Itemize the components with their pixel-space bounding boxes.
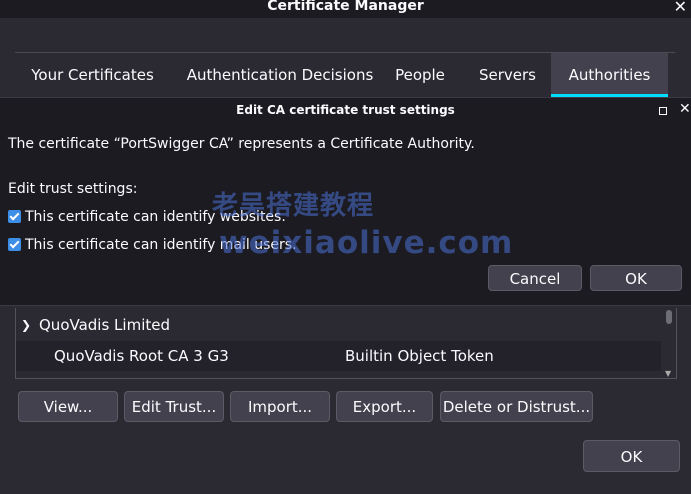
export-button[interactable]: Export... <box>336 391 433 422</box>
checkbox-checked-icon[interactable] <box>8 210 21 223</box>
security-device-cell: Builtin Object Token <box>345 347 494 365</box>
tab-bar: Your Certificates Authentication Decisio… <box>15 52 675 98</box>
tree-scrollbar[interactable]: ▼ <box>662 308 676 378</box>
edit-trust-button[interactable]: Edit Trust... <box>124 391 224 422</box>
watermark-text: 老吴搭建教程 <box>212 191 375 221</box>
certificate-name-cell: QuoVadis Root CA 3 G3 <box>54 347 229 365</box>
tab-people[interactable]: People <box>387 53 453 97</box>
view-button[interactable]: View... <box>18 391 118 422</box>
table-row[interactable]: QuoVadis Root CA 3 G3 Builtin Object Tok… <box>16 341 661 371</box>
import-button[interactable]: Import... <box>230 391 330 422</box>
window-close-icon[interactable]: ✕ <box>674 0 687 16</box>
cancel-button[interactable]: Cancel <box>488 265 582 291</box>
tab-authentication-decisions[interactable]: Authentication Decisions <box>175 53 385 97</box>
checkbox-checked-icon[interactable] <box>8 238 21 251</box>
delete-or-distrust-button[interactable]: Delete or Distrust... <box>440 391 593 422</box>
window-title: Certificate Manager <box>267 0 424 14</box>
tab-your-certificates[interactable]: Your Certificates <box>20 53 165 97</box>
close-icon[interactable]: ✕ <box>679 101 691 117</box>
tab-servers[interactable]: Servers <box>470 53 545 97</box>
dialog-message: The certificate “PortSwigger CA” represe… <box>8 136 475 152</box>
maximize-icon[interactable] <box>659 107 667 115</box>
chevron-down-icon[interactable]: ❯ <box>21 310 31 340</box>
watermark-url: weixiaolive.com <box>219 225 514 261</box>
tree-group-label: QuoVadis Limited <box>39 316 170 334</box>
tree-group-row[interactable]: ❯ QuoVadis Limited <box>16 310 661 340</box>
scroll-thumb[interactable] <box>666 310 672 324</box>
dialog-title: Edit CA certificate trust settings <box>236 103 455 117</box>
edit-trust-dialog: Edit CA certificate trust settings ✕ The… <box>0 97 691 306</box>
main-ok-button[interactable]: OK <box>583 440 680 472</box>
certificate-tree: ❯ QuoVadis Limited QuoVadis Root CA 3 G3… <box>15 308 677 379</box>
tab-authorities[interactable]: Authorities <box>551 53 668 97</box>
title-bar: Certificate Manager ✕ <box>0 0 691 18</box>
scroll-down-arrow-icon[interactable]: ▼ <box>665 369 671 378</box>
dialog-ok-button[interactable]: OK <box>590 265 682 291</box>
trust-settings-label: Edit trust settings: <box>8 181 138 197</box>
